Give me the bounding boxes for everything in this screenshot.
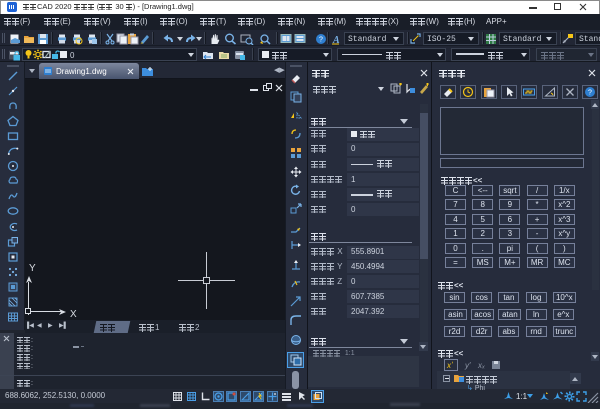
svg-text:?: ?	[319, 37, 323, 44]
svg-text:?: ?	[588, 90, 592, 97]
